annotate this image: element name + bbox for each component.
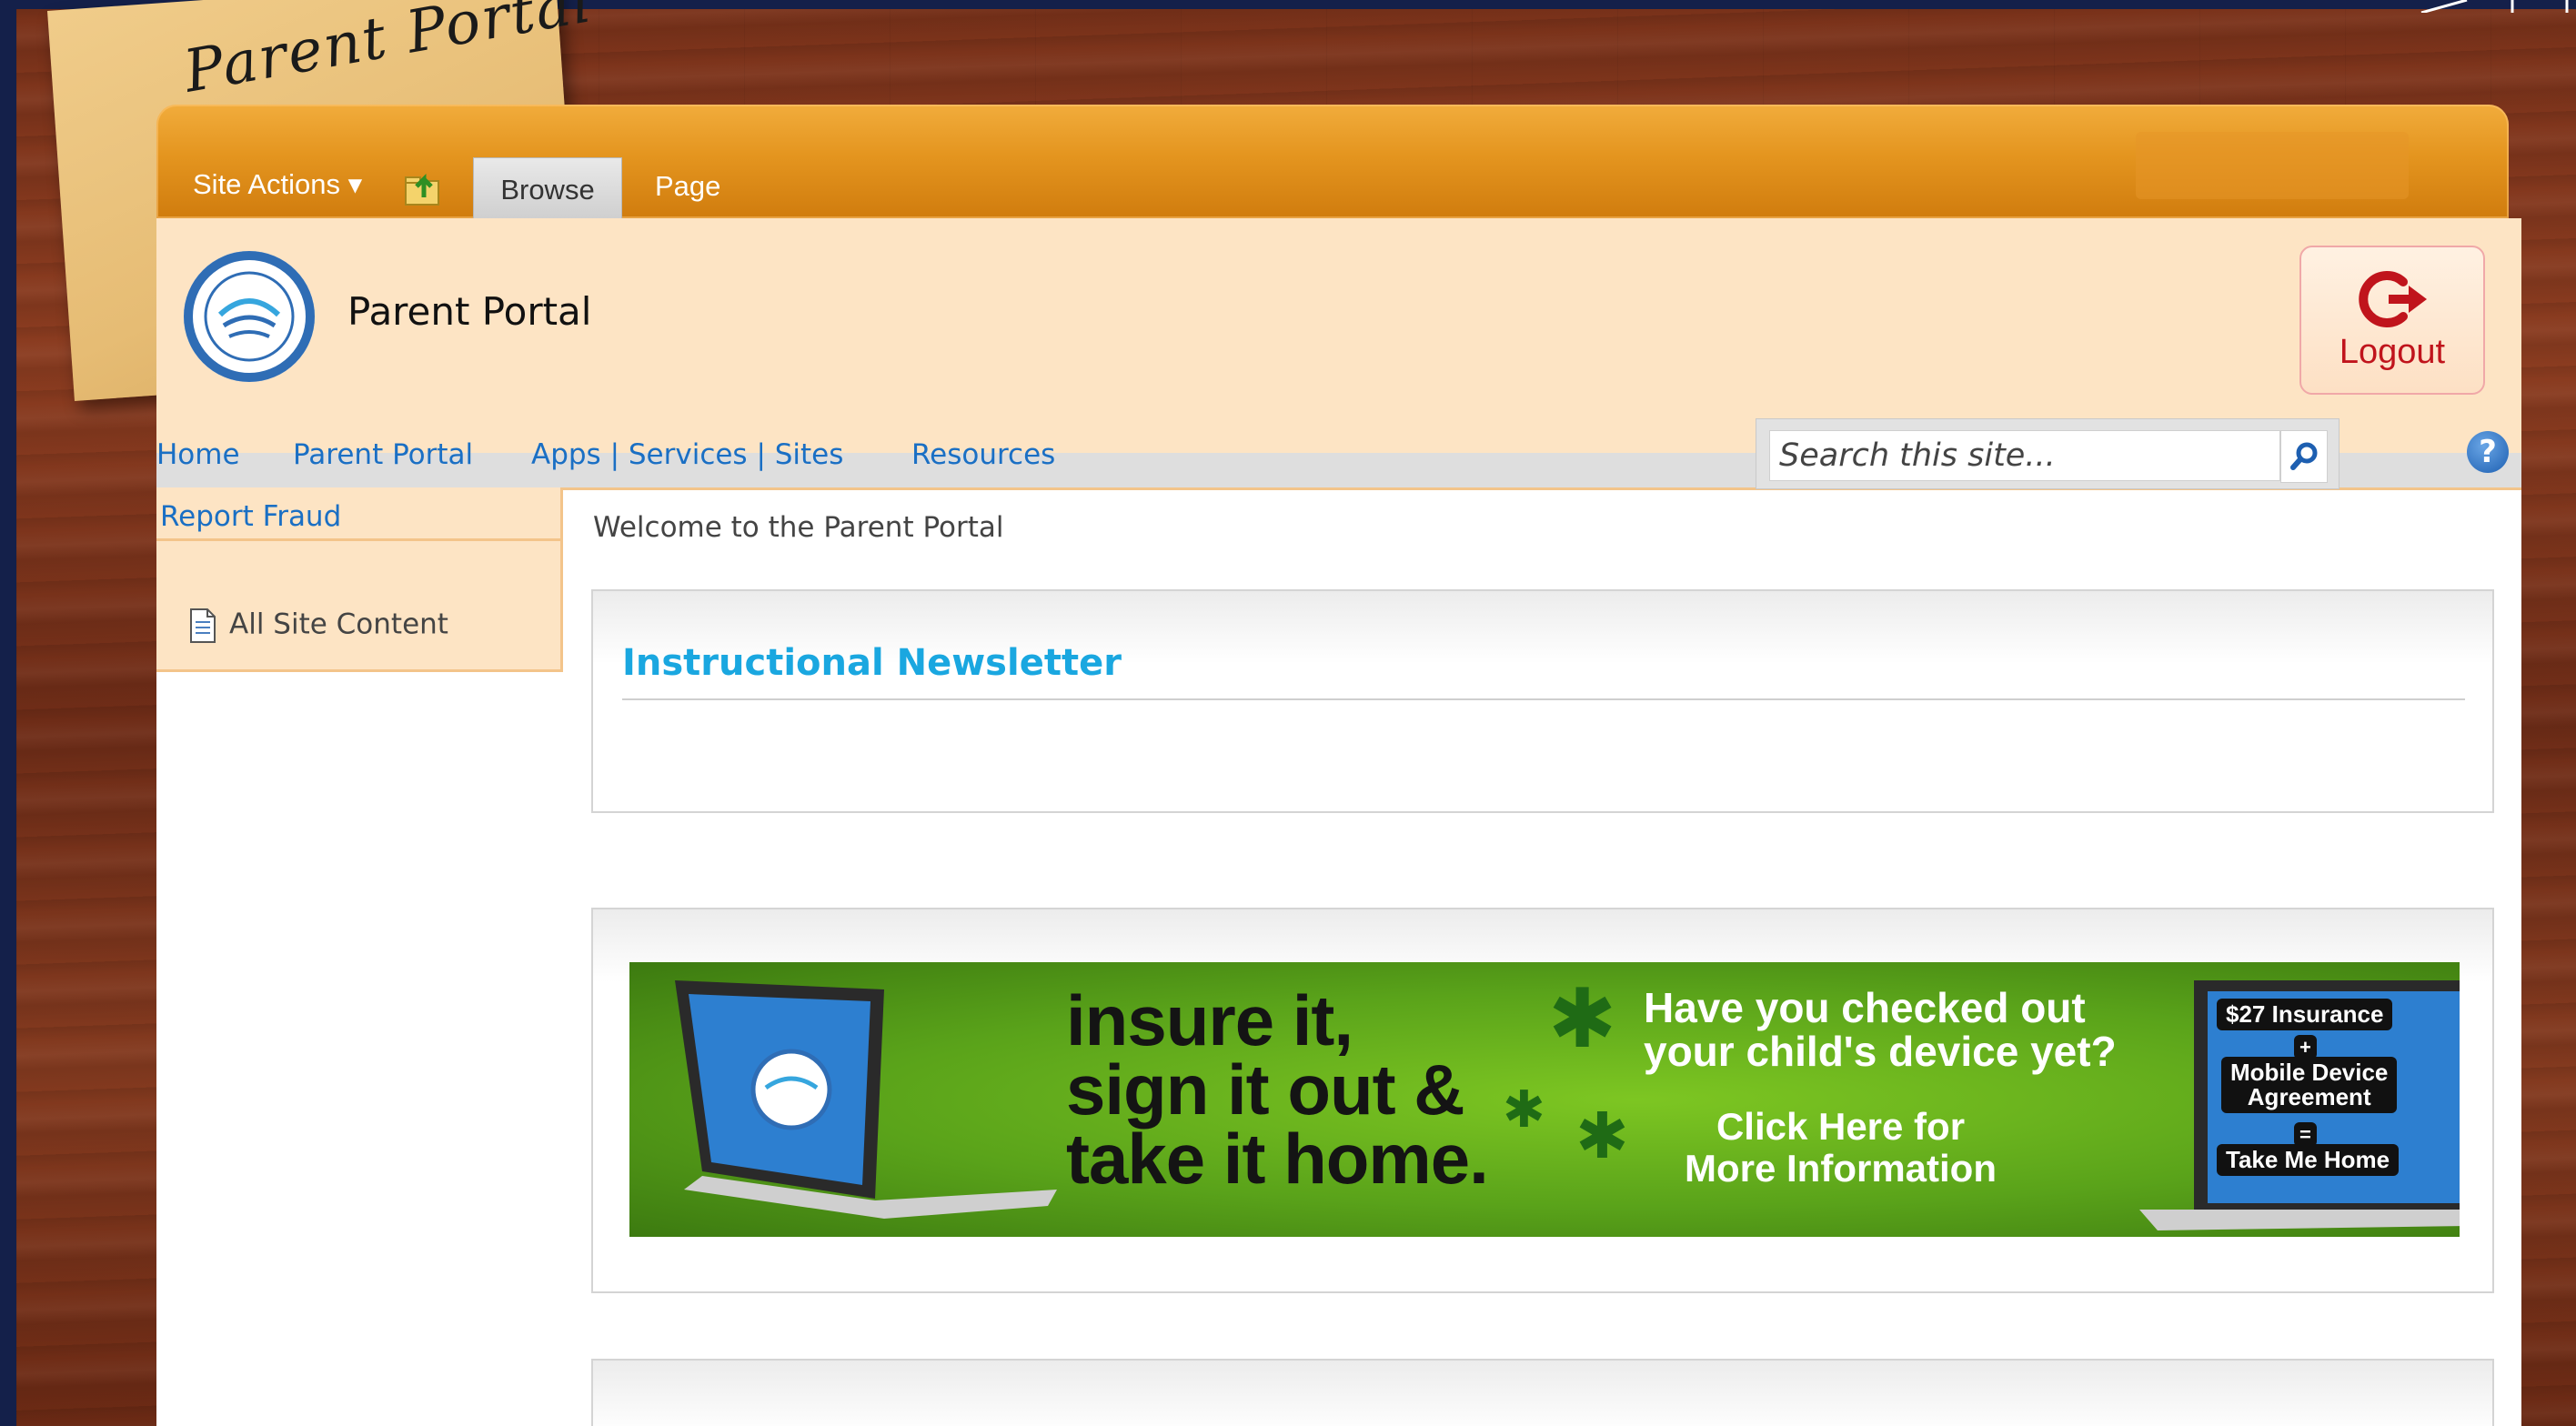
banner-headline-line-1: insure it, (1066, 980, 1353, 1060)
sticky-note-title: Parent Portal (178, 0, 598, 106)
tab-page[interactable]: Page (655, 170, 720, 203)
banner-agreement-line-1: Mobile Device (2230, 1059, 2389, 1086)
banner-question: Have you checked out your child's device… (1644, 986, 2117, 1073)
tab-browse[interactable]: Browse (473, 157, 622, 219)
decorative-star-icon: ✱ (1548, 971, 1617, 1067)
all-site-content-label: All Site Content (229, 608, 448, 641)
banner-question-line-1: Have you checked out (1644, 984, 2086, 1031)
banner-headline-line-2: sign it out & (1066, 1049, 1465, 1130)
ribbon-bar: Site Actions ▾ Browse Page (156, 105, 2509, 219)
banner-cta-line-2: More Information (1685, 1147, 1997, 1190)
page-container: Parent Portal Logout Home Parent Portal … (156, 218, 2521, 1426)
device-insurance-banner[interactable]: insure it, sign it out & take it home. ✱… (629, 962, 2460, 1237)
search-button[interactable] (2280, 430, 2328, 483)
logout-label: Logout (2339, 333, 2446, 371)
leftnav-divider (156, 538, 560, 541)
nav-resources[interactable]: Resources (911, 438, 1055, 471)
ribbon-placeholder (2136, 132, 2409, 199)
banner-plus: + (2294, 1035, 2317, 1059)
site-title: Parent Portal (347, 289, 592, 334)
decorative-star-icon: ✱ (1503, 1080, 1545, 1140)
site-header: Parent Portal Logout (156, 218, 2521, 420)
search-box (1756, 418, 2340, 489)
logout-button[interactable]: Logout (2299, 246, 2485, 395)
nav-apps-services-sites[interactable]: Apps | Services | Sites (531, 438, 843, 471)
document-icon (190, 608, 216, 643)
help-icon[interactable]: ? (2467, 431, 2509, 473)
navigate-up-icon[interactable] (402, 168, 446, 208)
search-icon (2290, 442, 2318, 470)
banner-agreement-line-2: Agreement (2247, 1083, 2371, 1110)
decorative-corner-lines (2420, 0, 2569, 13)
welcome-text: Welcome to the Parent Portal (593, 511, 1004, 544)
banner-take-home-label: Take Me Home (2217, 1144, 2400, 1176)
nav-parent-portal[interactable]: Parent Portal (293, 438, 473, 471)
nav-home[interactable]: Home (156, 438, 240, 471)
banner-cta-line-1: Click Here for (1716, 1105, 1966, 1148)
banner-headline: insure it, sign it out & take it home. (1066, 980, 1489, 1199)
newsletter-title[interactable]: Instructional Newsletter (622, 642, 1122, 684)
banner-insurance-label: $27 Insurance (2217, 999, 2393, 1030)
leftnav-report-fraud[interactable]: Report Fraud (160, 500, 341, 533)
site-actions-menu[interactable]: Site Actions ▾ (193, 168, 362, 201)
school-logo (184, 251, 315, 382)
search-input[interactable] (1769, 430, 2280, 481)
decorative-star-icon: ✱ (1575, 1099, 1629, 1173)
banner-equals: = (2294, 1122, 2317, 1147)
logout-icon (2359, 271, 2427, 327)
newsletter-divider (622, 698, 2465, 700)
banner-headline-line-3: take it home. (1066, 1119, 1489, 1199)
banner-agreement-label: Mobile Device Agreement (2221, 1057, 2398, 1113)
newsletter-panel: Instructional Newsletter (591, 589, 2494, 813)
left-navigation: Report Fraud All Site Content (156, 487, 563, 672)
banner-cta: Click Here for More Information (1685, 1106, 1997, 1190)
third-panel (591, 1359, 2494, 1426)
laptop-left-image (675, 980, 1057, 1219)
leftnav-all-site-content[interactable]: All Site Content (187, 608, 448, 644)
banner-panel: insure it, sign it out & take it home. ✱… (591, 908, 2494, 1293)
banner-question-line-2: your child's device yet? (1644, 1028, 2117, 1075)
